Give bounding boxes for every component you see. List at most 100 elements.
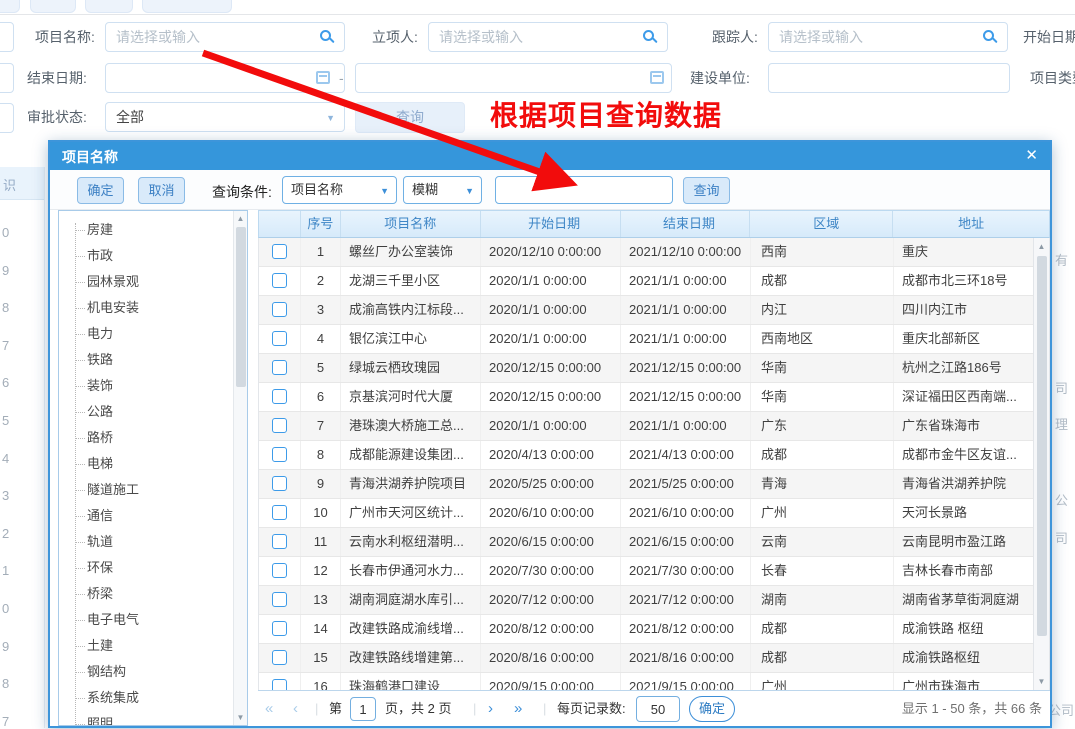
calendar-icon[interactable] [650, 71, 664, 84]
tree-item-category[interactable]: 照明 [59, 711, 233, 726]
tree-item-category[interactable]: 桥梁 [59, 581, 233, 607]
tracker-input[interactable] [768, 22, 1008, 52]
per-page-confirm-button[interactable]: 确定 [689, 696, 735, 722]
tree-item-category[interactable]: 轨道 [59, 529, 233, 555]
row-checkbox[interactable] [272, 360, 287, 375]
table-row[interactable]: 3 成渝高铁内江标段... 2020/1/1 0:00:00 2021/1/1 … [259, 296, 1049, 325]
col-project-name[interactable]: 项目名称 [341, 211, 481, 237]
table-scrollbar[interactable]: ▲ ▼ [1033, 238, 1049, 690]
tree-item-category[interactable]: 铁路 [59, 347, 233, 373]
row-checkbox[interactable] [272, 273, 287, 288]
end-date-to-input[interactable] [355, 63, 672, 93]
table-row[interactable]: 1 螺丝厂办公室装饰 2020/12/10 0:00:00 2021/12/10… [259, 238, 1049, 267]
scroll-up-icon[interactable]: ▲ [1034, 242, 1049, 251]
search-icon[interactable] [320, 30, 331, 41]
scroll-down-icon[interactable]: ▼ [234, 713, 247, 722]
close-icon[interactable]: ✕ [1025, 146, 1038, 164]
field-select[interactable]: 项目名称 ▼ [282, 176, 397, 204]
row-checkbox[interactable] [272, 389, 287, 404]
first-page-icon[interactable]: « [265, 691, 273, 727]
tree-item-category[interactable]: 系统集成 [59, 685, 233, 711]
tree-item-category[interactable]: 装饰 [59, 373, 233, 399]
dialog-titlebar[interactable]: 项目名称 ✕ [50, 142, 1050, 170]
table-row[interactable]: 8 成都能源建设集团... 2020/4/13 0:00:00 2021/4/1… [259, 441, 1049, 470]
row-checkbox[interactable] [272, 534, 287, 549]
top-toolbar-button[interactable] [85, 0, 133, 13]
tree-item-category[interactable]: 房建 [59, 217, 233, 243]
tree-item-category[interactable]: 土建 [59, 633, 233, 659]
project-name-input[interactable] [105, 22, 345, 52]
tree-item-category[interactable]: 园林景观 [59, 269, 233, 295]
confirm-button[interactable]: 确定 [77, 177, 124, 204]
table-row[interactable]: 15 改建铁路线增建第... 2020/8/16 0:00:00 2021/8/… [259, 644, 1049, 673]
row-checkbox[interactable] [272, 621, 287, 636]
col-address[interactable]: 地址 [893, 211, 1049, 237]
row-checkbox[interactable] [272, 331, 287, 346]
row-checkbox[interactable] [272, 447, 287, 462]
builder-input[interactable] [768, 63, 1010, 93]
tree-item-category[interactable]: 通信 [59, 503, 233, 529]
tree-item-category[interactable]: 电子电气 [59, 607, 233, 633]
table-row[interactable]: 2 龙湖三千里小区 2020/1/1 0:00:00 2021/1/1 0:00… [259, 267, 1049, 296]
scrollbar-thumb[interactable] [236, 227, 246, 387]
tree-item-category[interactable]: 钢结构 [59, 659, 233, 685]
table-row[interactable]: 10 广州市天河区统计... 2020/6/10 0:00:00 2021/6/… [259, 499, 1049, 528]
tree-item-category[interactable]: 市政 [59, 243, 233, 269]
top-toolbar-button[interactable] [142, 0, 232, 13]
prev-page-icon[interactable]: ‹ [293, 691, 298, 727]
tree-item-category[interactable]: 机电安装 [59, 295, 233, 321]
row-checkbox[interactable] [272, 302, 287, 317]
tree-item-category[interactable]: 路桥 [59, 425, 233, 451]
table-row[interactable]: 12 长春市伊通河水力... 2020/7/30 0:00:00 2021/7/… [259, 557, 1049, 586]
search-button[interactable]: 查询 [683, 177, 730, 204]
tree-scrollbar[interactable]: ▲ ▼ [233, 211, 247, 725]
top-toolbar-button[interactable] [0, 0, 20, 13]
col-start-date[interactable]: 开始日期 [481, 211, 621, 237]
table-row[interactable]: 14 改建铁路成渝线增... 2020/8/12 0:00:00 2021/8/… [259, 615, 1049, 644]
approval-status-select[interactable]: 全部 ▼ [105, 102, 345, 132]
row-checkbox[interactable] [272, 650, 287, 665]
table-row[interactable]: 7 港珠澳大桥施工总... 2020/1/1 0:00:00 2021/1/1 … [259, 412, 1049, 441]
initiator-input[interactable] [428, 22, 668, 52]
match-mode-select[interactable]: 模糊 ▼ [403, 176, 482, 204]
query-button[interactable]: 查询 [355, 102, 465, 133]
row-checkbox[interactable] [272, 592, 287, 607]
row-checkbox[interactable] [272, 563, 287, 578]
keyword-input[interactable] [495, 176, 673, 204]
table-row[interactable]: 9 青海洪湖养护院项目 2020/5/25 0:00:00 2021/5/25 … [259, 470, 1049, 499]
table-row[interactable]: 5 绿城云栖玫瑰园 2020/12/15 0:00:00 2021/12/15 … [259, 354, 1049, 383]
row-checkbox[interactable] [272, 505, 287, 520]
table-row[interactable]: 4 银亿滨江中心 2020/1/1 0:00:00 2021/1/1 0:00:… [259, 325, 1049, 354]
scroll-up-icon[interactable]: ▲ [234, 214, 247, 223]
col-region[interactable]: 区域 [750, 211, 893, 237]
next-page-icon[interactable]: › [488, 691, 493, 727]
col-end-date[interactable]: 结束日期 [621, 211, 751, 237]
tree-item-category[interactable]: 电力 [59, 321, 233, 347]
last-page-icon[interactable]: » [514, 691, 522, 727]
search-icon[interactable] [983, 30, 994, 41]
col-seq[interactable]: 序号 [301, 211, 341, 237]
row-checkbox[interactable] [272, 476, 287, 491]
scrollbar-thumb[interactable] [1037, 256, 1047, 636]
end-date-from-input[interactable] [105, 63, 345, 93]
tree-item-label: 照明 [87, 716, 113, 726]
top-toolbar-button[interactable] [30, 0, 76, 13]
row-checkbox[interactable] [272, 418, 287, 433]
table-row[interactable]: 6 京基滨河时代大厦 2020/12/15 0:00:00 2021/12/15… [259, 383, 1049, 412]
scroll-down-icon[interactable]: ▼ [1034, 677, 1049, 686]
row-checkbox[interactable] [272, 244, 287, 259]
page-number-input[interactable] [350, 697, 376, 721]
table-row[interactable]: 11 云南水利枢纽潜明... 2020/6/15 0:00:00 2021/6/… [259, 528, 1049, 557]
table-row[interactable]: 13 湖南洞庭湖水库引... 2020/7/12 0:00:00 2021/7/… [259, 586, 1049, 615]
table-row[interactable]: 16 珠海鹤港口建设 2020/9/15 0:00:00 2021/9/15 0… [259, 673, 1049, 690]
search-icon[interactable] [643, 30, 654, 41]
start-date-label: 开始日期: [1023, 22, 1075, 52]
tree-item-category[interactable]: 电梯 [59, 451, 233, 477]
calendar-icon[interactable] [316, 71, 330, 84]
row-checkbox[interactable] [272, 679, 287, 690]
tree-item-category[interactable]: 环保 [59, 555, 233, 581]
cancel-button[interactable]: 取消 [138, 177, 185, 204]
per-page-input[interactable] [636, 696, 680, 722]
tree-item-category[interactable]: 隧道施工 [59, 477, 233, 503]
tree-item-category[interactable]: 公路 [59, 399, 233, 425]
